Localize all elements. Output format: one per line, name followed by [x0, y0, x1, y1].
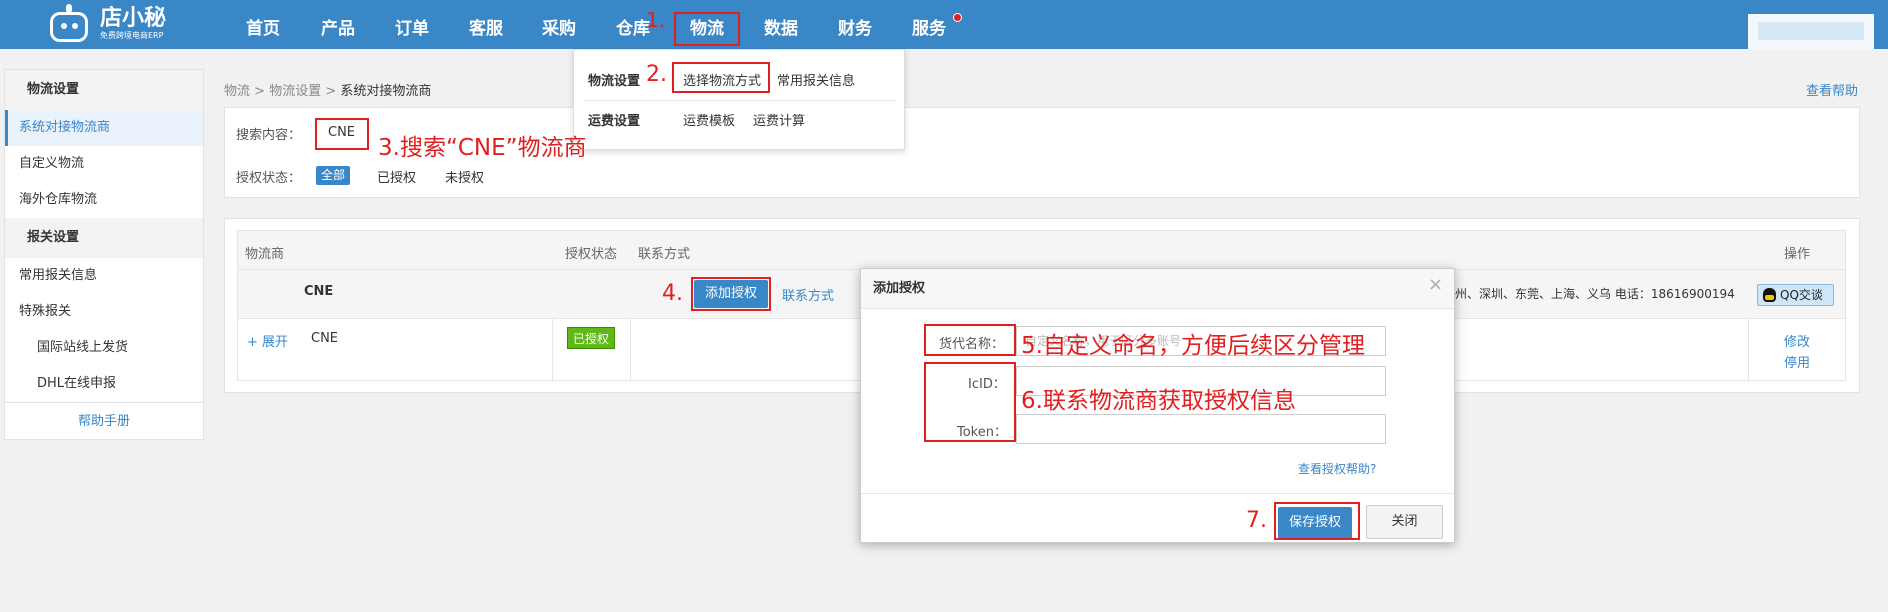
menu-group-logistics: 物流设置 — [588, 74, 641, 89]
menu-customs-info[interactable]: 常用报关信息 — [777, 70, 855, 89]
step-7-annotation: 7. — [1246, 508, 1267, 533]
breadcrumb-settings[interactable]: 物流设置 — [269, 84, 321, 99]
step-2-annotation: 2. — [646, 62, 667, 87]
search-label: 搜索内容： — [236, 128, 302, 143]
table-header — [237, 230, 1846, 270]
nav-data[interactable]: 数据 — [764, 14, 798, 39]
sidebar-help-manual[interactable]: 帮助手册 — [5, 402, 203, 440]
nav-service[interactable]: 客服 — [469, 14, 503, 39]
close-icon[interactable]: × — [1428, 274, 1443, 295]
carrier-group-name: CNE — [304, 284, 334, 299]
nav-products[interactable]: 产品 — [321, 14, 355, 39]
filter-all[interactable]: 全部 — [316, 166, 351, 185]
nav-purchase[interactable]: 采购 — [542, 14, 576, 39]
qq-icon — [1763, 288, 1776, 302]
step-6-annotation: 6.联系物流商获取授权信息 — [1021, 388, 1296, 414]
view-help-link[interactable]: 查看帮助 — [1806, 80, 1858, 99]
close-button[interactable]: 关闭 — [1366, 505, 1443, 539]
highlight-save — [1274, 502, 1360, 540]
user-area[interactable] — [1748, 14, 1874, 49]
sidebar-item-system-carriers[interactable]: 系统对接物流商 — [5, 110, 203, 146]
breadcrumb-logistics[interactable]: 物流 — [224, 84, 250, 99]
menu-freight-calc[interactable]: 运费计算 — [753, 110, 805, 129]
step-5-annotation: 5.自定义命名，方便后续区分管理 — [1021, 333, 1365, 359]
blurred-user-info — [1758, 22, 1864, 40]
sidebar-item-intl-shipping[interactable]: 国际站线上发货 — [5, 330, 203, 366]
filter-authorized[interactable]: 已授权 — [377, 167, 416, 186]
app-logo[interactable]: 店小秘 免费跨境电商ERP — [46, 2, 166, 46]
nav-warehouse[interactable]: 仓库 — [616, 14, 650, 39]
sidebar-section-customs: 报关设置 — [5, 218, 203, 258]
sidebar-item-dhl-declare[interactable]: DHL在线申报 — [5, 366, 203, 402]
sidebar: 物流设置 系统对接物流商 自定义物流 海外仓库物流 报关设置 常用报关信息 特殊… — [4, 69, 204, 440]
notification-dot — [953, 13, 962, 22]
sidebar-item-special-customs[interactable]: 特殊报关 — [5, 294, 203, 330]
step-3-annotation: 3.搜索“CNE”物流商 — [378, 135, 587, 161]
row-carrier-name: CNE — [311, 331, 339, 346]
step-4-annotation: 4. — [662, 281, 683, 306]
nav-home[interactable]: 首页 — [246, 14, 280, 39]
logo-text: 店小秘 — [100, 6, 167, 31]
highlight-search — [315, 118, 369, 150]
highlight-select-method — [672, 62, 770, 93]
disable-link[interactable]: 停用 — [1784, 352, 1810, 371]
auth-help-link[interactable]: 查看授权帮助? — [1298, 460, 1376, 477]
contact-link[interactable]: 联系方式 — [782, 285, 834, 304]
col-actions: 操作 — [1784, 247, 1811, 262]
highlight-forwarder-name — [924, 324, 1016, 356]
status-badge: 已授权 — [567, 327, 616, 349]
highlight-logistics-nav — [674, 12, 740, 46]
auth-status-label: 授权状态： — [236, 171, 302, 186]
sidebar-item-customs-info[interactable]: 常用报关信息 — [5, 258, 203, 294]
filter-unauthorized[interactable]: 未授权 — [445, 167, 484, 186]
breadcrumb-current: 系统对接物流商 — [340, 84, 432, 99]
contact-info: 州、深圳、东莞、上海、义乌 电话：18616900194 — [1455, 287, 1735, 301]
col-auth-status: 授权状态 — [565, 247, 618, 262]
nav-finance[interactable]: 财务 — [838, 14, 872, 39]
qq-chat-button[interactable]: QQ交谈 — [1757, 284, 1834, 306]
sidebar-section-logistics: 物流设置 — [5, 70, 203, 110]
modal-title: 添加授权 — [861, 269, 1454, 309]
menu-freight-template[interactable]: 运费模板 — [683, 110, 735, 129]
highlight-add-auth — [691, 277, 771, 311]
logo-subtext: 免费跨境电商ERP — [100, 31, 164, 40]
robot-logo-icon — [46, 4, 92, 44]
highlight-auth-fields — [924, 362, 1016, 442]
col-carrier: 物流商 — [245, 247, 285, 262]
breadcrumb: 物流 > 物流设置 > 系统对接物流商 — [224, 84, 432, 99]
step-1-annotation: 1. — [646, 8, 666, 32]
nav-services[interactable]: 服务 — [912, 14, 946, 39]
edit-link[interactable]: 修改 — [1784, 331, 1810, 350]
expand-toggle[interactable]: + 展开 — [247, 331, 288, 350]
nav-orders[interactable]: 订单 — [395, 14, 429, 39]
sidebar-item-custom-logistics[interactable]: 自定义物流 — [5, 146, 203, 182]
menu-group-freight: 运费设置 — [588, 114, 641, 129]
col-contact: 联系方式 — [638, 247, 691, 262]
token-input[interactable] — [1016, 414, 1386, 444]
sidebar-item-overseas-warehouse[interactable]: 海外仓库物流 — [5, 182, 203, 218]
